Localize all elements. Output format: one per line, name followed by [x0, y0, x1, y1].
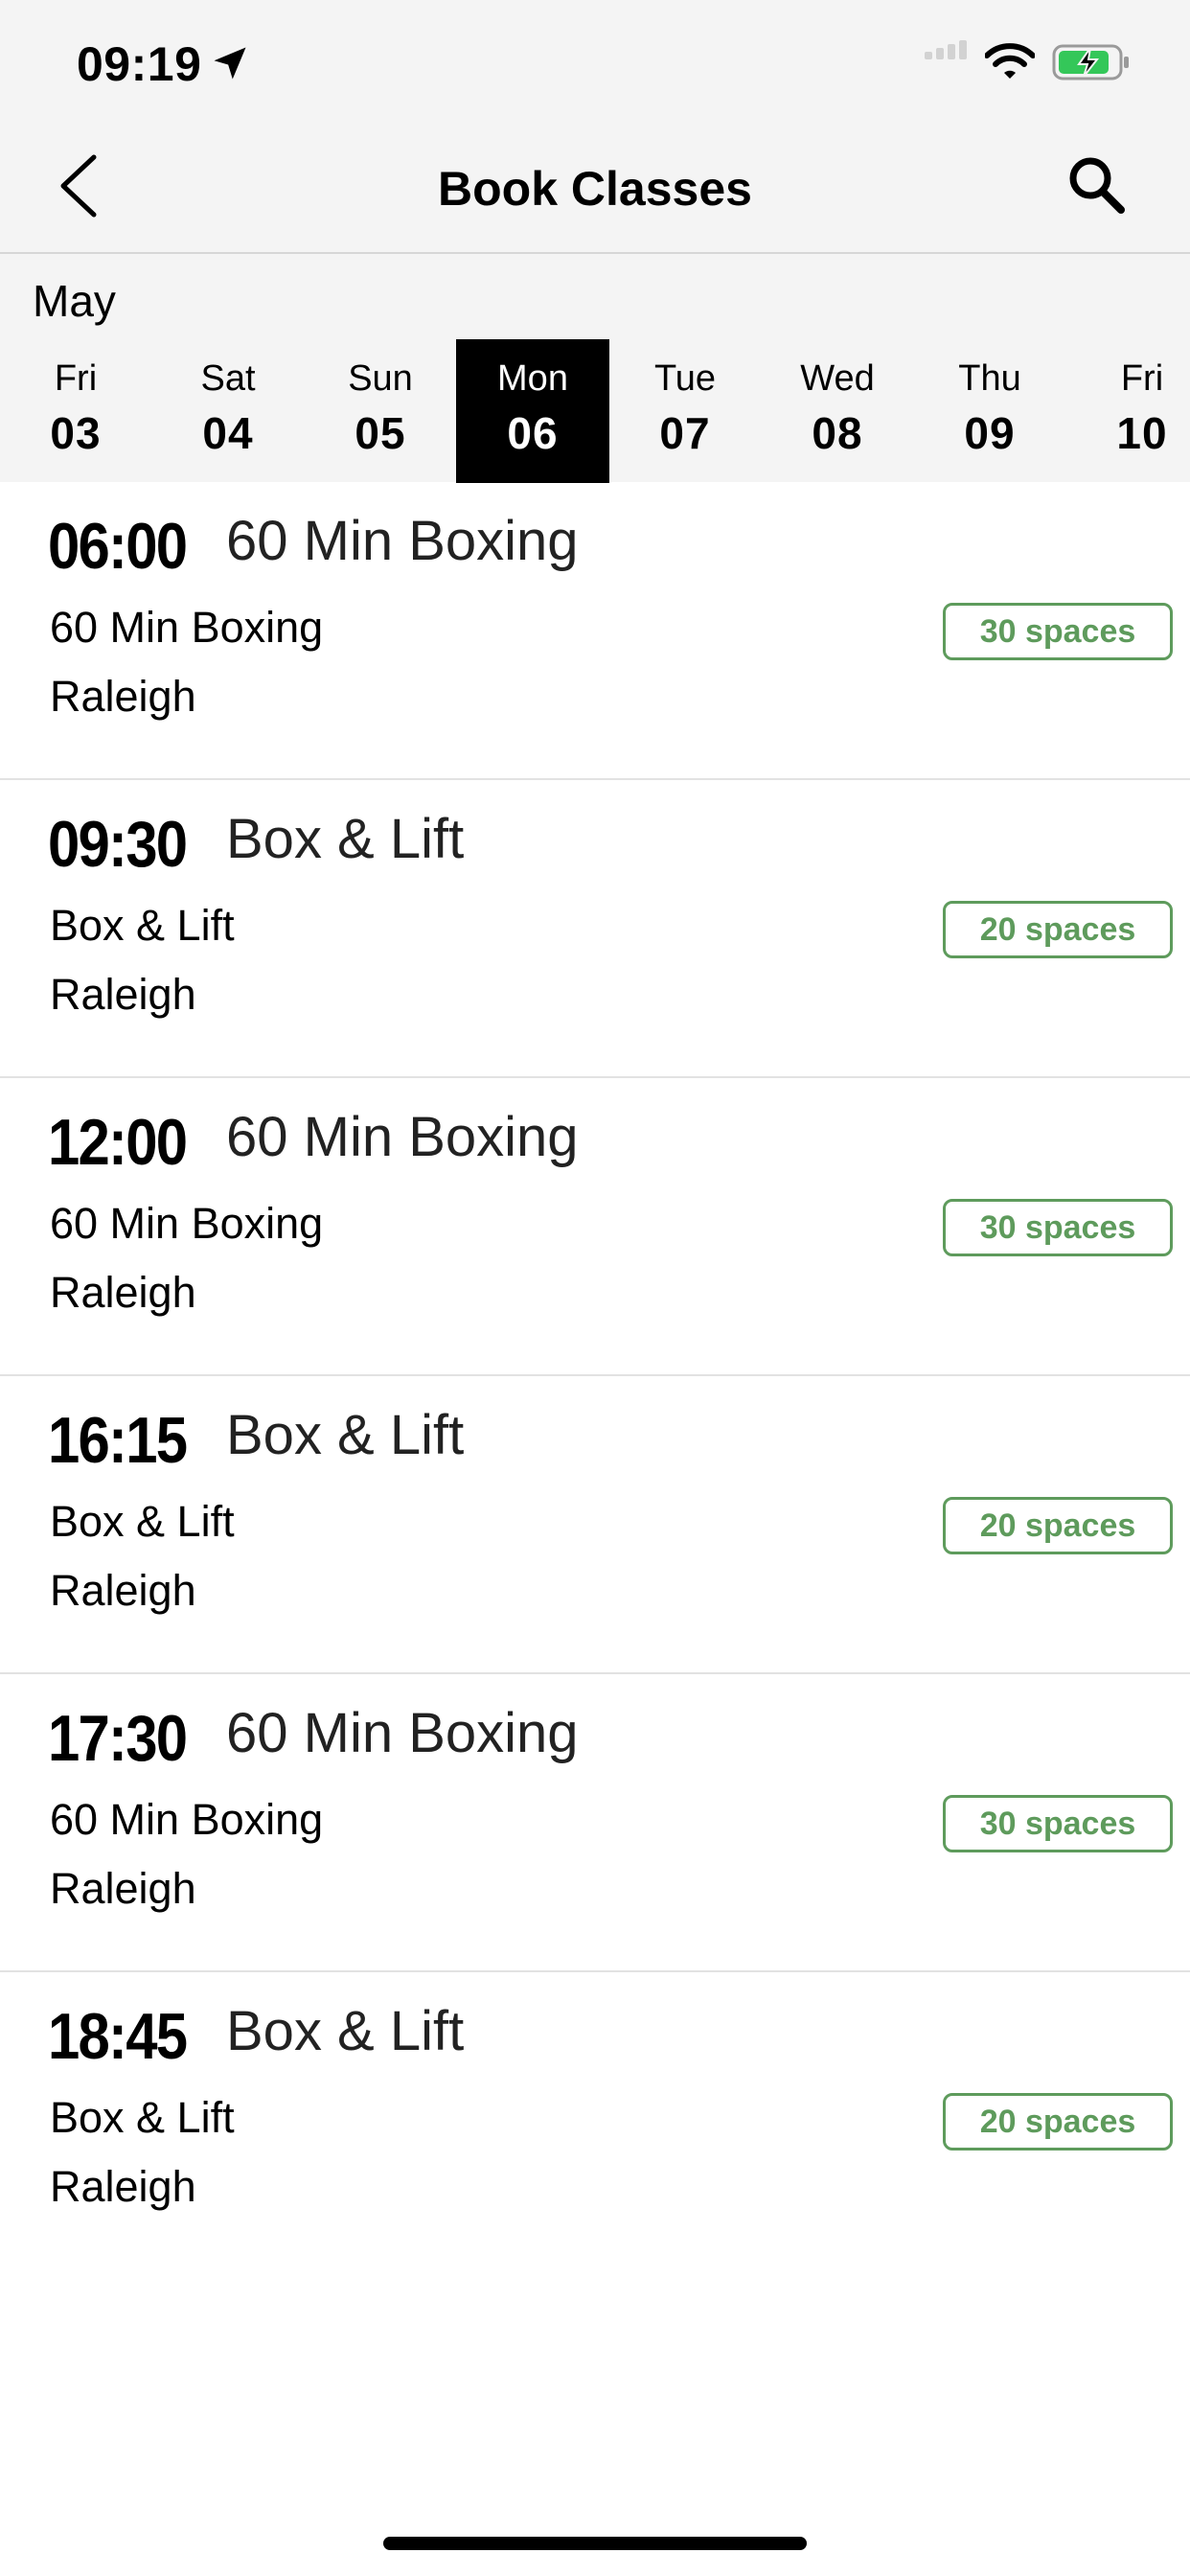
- day-sun-05[interactable]: Sun 05: [304, 339, 457, 483]
- day-name: Fri: [54, 358, 98, 399]
- class-row[interactable]: 16:15 Box & Lift Box & Lift Raleigh 20 s…: [0, 1376, 1190, 1674]
- day-fri-03[interactable]: Fri 03: [0, 339, 152, 483]
- class-subtitle: Box & Lift: [50, 2093, 235, 2142]
- spaces-badge: 20 spaces: [943, 901, 1173, 958]
- day-number: 07: [659, 408, 711, 458]
- class-row[interactable]: 09:30 Box & Lift Box & Lift Raleigh 20 s…: [0, 780, 1190, 1078]
- day-number: 06: [507, 408, 559, 458]
- location-arrow-icon: [214, 47, 246, 80]
- class-location: Raleigh: [50, 1268, 196, 1317]
- class-location: Raleigh: [50, 672, 196, 721]
- spaces-badge: 30 spaces: [943, 1199, 1173, 1256]
- class-time: 06:00: [48, 510, 188, 583]
- home-indicator[interactable]: [383, 2537, 807, 2550]
- class-subtitle: 60 Min Boxing: [50, 1199, 324, 1248]
- date-picker: May Fri 03 Sat 04 Sun 05 Mon 06 Tue 07 W…: [0, 254, 1190, 483]
- day-name: Sat: [200, 358, 256, 399]
- day-number: 03: [50, 408, 102, 458]
- day-number: 05: [355, 408, 406, 458]
- status-time: 09:19: [77, 37, 202, 91]
- class-location: Raleigh: [50, 1566, 196, 1615]
- day-name: Fri: [1120, 358, 1164, 399]
- day-thu-09[interactable]: Thu 09: [913, 339, 1066, 483]
- class-row[interactable]: 06:00 60 Min Boxing 60 Min Boxing Raleig…: [0, 482, 1190, 780]
- day-name: Wed: [800, 358, 875, 399]
- class-title: 60 Min Boxing: [226, 510, 579, 572]
- class-time: 16:15: [48, 1404, 188, 1477]
- spaces-badge: 20 spaces: [943, 1497, 1173, 1554]
- class-row[interactable]: 12:00 60 Min Boxing 60 Min Boxing Raleig…: [0, 1078, 1190, 1376]
- spaces-badge: 30 spaces: [943, 1795, 1173, 1852]
- day-fri-10[interactable]: Fri 10: [1065, 339, 1190, 483]
- class-title: Box & Lift: [226, 808, 465, 870]
- class-title: Box & Lift: [226, 2000, 465, 2062]
- class-time: 12:00: [48, 1106, 188, 1179]
- day-name: Sun: [348, 358, 413, 399]
- class-location: Raleigh: [50, 1864, 196, 1913]
- spaces-badge: 20 spaces: [943, 2093, 1173, 2150]
- class-row[interactable]: 17:30 60 Min Boxing 60 Min Boxing Raleig…: [0, 1674, 1190, 1972]
- class-location: Raleigh: [50, 970, 196, 1019]
- class-title: Box & Lift: [226, 1404, 465, 1466]
- class-row[interactable]: 18:45 Box & Lift Box & Lift Raleigh 20 s…: [0, 1972, 1190, 2270]
- day-number: 10: [1116, 408, 1168, 458]
- class-subtitle: Box & Lift: [50, 1497, 235, 1546]
- class-subtitle: 60 Min Boxing: [50, 603, 324, 652]
- class-location: Raleigh: [50, 2162, 196, 2211]
- day-name: Tue: [653, 358, 717, 399]
- class-subtitle: Box & Lift: [50, 901, 235, 950]
- day-number: 09: [964, 408, 1016, 458]
- page-title: Book Classes: [438, 162, 752, 216]
- class-list: 06:00 60 Min Boxing 60 Min Boxing Raleig…: [0, 482, 1190, 2270]
- day-sat-04[interactable]: Sat 04: [151, 339, 305, 483]
- day-name: Mon: [497, 358, 568, 399]
- search-icon[interactable]: [1064, 153, 1131, 220]
- class-time: 18:45: [48, 2000, 188, 2073]
- day-mon-06-selected[interactable]: Mon 06: [456, 339, 609, 483]
- day-number: 04: [202, 408, 254, 458]
- day-tue-07[interactable]: Tue 07: [608, 339, 762, 483]
- month-label: May: [33, 276, 116, 326]
- class-subtitle: 60 Min Boxing: [50, 1795, 324, 1844]
- day-name: Thu: [958, 358, 1021, 399]
- top-bar: 09:19 Book Classes: [0, 0, 1190, 254]
- battery-charging-icon: [1052, 44, 1129, 80]
- day-number: 08: [812, 408, 863, 458]
- day-wed-08[interactable]: Wed 08: [761, 339, 914, 483]
- class-time: 17:30: [48, 1702, 188, 1775]
- wifi-icon: [985, 43, 1035, 79]
- class-time: 09:30: [48, 808, 188, 881]
- spaces-badge: 30 spaces: [943, 603, 1173, 660]
- class-title: 60 Min Boxing: [226, 1702, 579, 1764]
- class-title: 60 Min Boxing: [226, 1106, 579, 1168]
